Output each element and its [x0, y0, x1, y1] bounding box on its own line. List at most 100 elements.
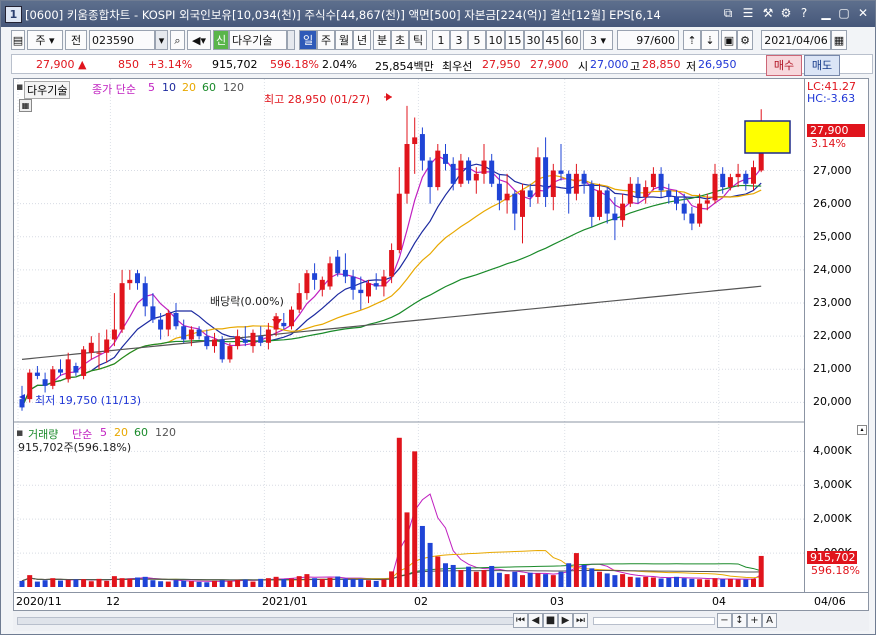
- code-dropdown-icon[interactable]: ▾: [155, 30, 168, 50]
- volume-bar: [58, 580, 63, 587]
- price-tick-label: 20,000: [813, 395, 852, 409]
- help-icon[interactable]: ?: [797, 6, 811, 20]
- volume-bar: [273, 576, 279, 587]
- period-minute-button[interactable]: 분: [373, 30, 391, 50]
- volume-bar: [504, 574, 510, 587]
- candle-body: [581, 173, 587, 184]
- calendar-icon[interactable]: ▦: [831, 30, 847, 50]
- settings-icon[interactable]: ⚙: [779, 6, 793, 20]
- candle-body: [289, 309, 294, 327]
- volume-bar: [427, 542, 433, 587]
- stock-name-legend[interactable]: 다우기술: [24, 81, 71, 99]
- candle-body: [319, 279, 325, 290]
- candle-body: [612, 213, 618, 221]
- minute-1-button[interactable]: 1: [432, 30, 450, 50]
- zoom-reset-button[interactable]: ↕: [732, 613, 747, 628]
- minute-3-button[interactable]: 3: [450, 30, 468, 50]
- stock-name-field[interactable]: 다우기술: [229, 30, 287, 50]
- candle-body: [666, 190, 672, 198]
- zoom-out-button[interactable]: −: [717, 613, 732, 628]
- name-dropdown-icon[interactable]: [287, 30, 295, 50]
- gear-icon[interactable]: ⚙: [737, 30, 753, 50]
- scroll-track[interactable]: [17, 617, 579, 625]
- search-icon[interactable]: ⌕: [170, 30, 185, 50]
- scroll-first-button[interactable]: ⏮: [513, 613, 528, 628]
- period-month-button[interactable]: 월: [335, 30, 353, 50]
- list-icon[interactable]: ☰: [741, 6, 755, 20]
- panel-toggle-icon[interactable]: ▤: [11, 30, 25, 50]
- period-year-button[interactable]: 년: [353, 30, 371, 50]
- chart-scrollbar[interactable]: ⏮ ◀ ■ ▶ ⏭ − ↕ + A: [13, 611, 869, 631]
- buy-button[interactable]: 매수: [766, 55, 802, 76]
- current-price: 27,900: [36, 58, 75, 71]
- font-size-button[interactable]: A: [762, 613, 777, 628]
- chart-type-select[interactable]: 주 ▾: [27, 30, 63, 50]
- volume-bar: [281, 579, 287, 587]
- market-select[interactable]: 전: [65, 30, 87, 50]
- date-input[interactable]: 2021/04/06: [761, 30, 831, 50]
- candle-body: [142, 283, 148, 307]
- display-count-input[interactable]: 97/600: [617, 30, 679, 50]
- new-badge[interactable]: 신: [213, 30, 229, 50]
- save-icon[interactable]: ▣: [721, 30, 737, 50]
- scroll-last-button[interactable]: ⏭: [573, 613, 588, 628]
- minute-15-button[interactable]: 15: [505, 30, 524, 50]
- volume-ma-line-5: [21, 493, 762, 582]
- volume-collapse-icon[interactable]: ▪: [16, 426, 23, 439]
- period-tick-button[interactable]: 틱: [409, 30, 427, 50]
- scroll-stop-button[interactable]: ■: [543, 613, 558, 628]
- candle-body: [342, 269, 348, 277]
- price-tick-label: 25,000: [813, 229, 852, 243]
- scroll-next-button[interactable]: ▶: [558, 613, 573, 628]
- volume-bar: [119, 578, 125, 587]
- tool-icon[interactable]: ⚒: [761, 6, 775, 20]
- count-select[interactable]: 3 ▾: [583, 30, 613, 50]
- minute-60-button[interactable]: 60: [562, 30, 581, 50]
- candle-body: [520, 190, 525, 217]
- minute-45-button[interactable]: 45: [543, 30, 562, 50]
- title-bar[interactable]: 1 [0600] 키움종합차트 - KOSPI 외국인보유[10,034(천)]…: [1, 1, 875, 27]
- volume-bar: [658, 578, 664, 587]
- zoom-out-icon[interactable]: ⇣: [701, 30, 719, 50]
- link-icon[interactable]: ⧉: [721, 6, 735, 20]
- volume-bar: [535, 573, 541, 587]
- sell-button[interactable]: 매도: [804, 55, 840, 76]
- close-icon[interactable]: ✕: [856, 6, 870, 20]
- stock-code-input[interactable]: 023590: [89, 30, 155, 50]
- candle-body: [404, 144, 410, 194]
- price-axis[interactable]: LC:41.27 HC:-3.63 27,900 3.14% 27,000 26,…: [805, 78, 869, 593]
- minute-10-button[interactable]: 10: [486, 30, 505, 50]
- volume-bar: [743, 579, 749, 587]
- scroll-prev-button[interactable]: ◀: [528, 613, 543, 628]
- candle-body: [643, 187, 649, 198]
- zoom-slider[interactable]: [593, 617, 715, 625]
- chart-area[interactable]: ▪ 다우기술 종가 단순 5 10 20 60 120 ▦ 최고 28,950 …: [13, 78, 805, 593]
- volume-bar: [712, 578, 718, 587]
- zoom-in-icon[interactable]: ⇡: [683, 30, 701, 50]
- period-day-button[interactable]: 일: [299, 30, 317, 50]
- period-week-button[interactable]: 주: [317, 30, 335, 50]
- collapse-icon[interactable]: ▪: [16, 80, 23, 93]
- high-annotation-arrow: [386, 93, 392, 101]
- low-price: 26,950: [698, 58, 737, 71]
- candle-body: [42, 379, 48, 386]
- minute-30-button[interactable]: 30: [524, 30, 543, 50]
- volume-bar: [473, 571, 479, 587]
- table-view-icon[interactable]: ▦: [19, 99, 32, 112]
- volume-menu-icon[interactable]: ▴: [857, 425, 867, 435]
- candle-body: [219, 339, 225, 360]
- bid-price: 27,900: [530, 58, 569, 71]
- minute-5-button[interactable]: 5: [468, 30, 486, 50]
- volume-bar: [597, 571, 602, 587]
- volume-bar: [520, 575, 525, 587]
- maximize-icon[interactable]: ▢: [837, 6, 851, 20]
- volume-bar: [358, 578, 364, 587]
- ma120-legend: 120: [223, 81, 244, 94]
- zoom-in-button[interactable]: +: [747, 613, 762, 628]
- period-second-button[interactable]: 초: [391, 30, 409, 50]
- candle-body: [396, 193, 402, 251]
- volume-bar: [250, 581, 256, 587]
- volume-bar: [34, 581, 40, 587]
- minimize-icon[interactable]: ▁: [819, 6, 833, 20]
- speaker-icon[interactable]: ◀▾: [187, 30, 211, 50]
